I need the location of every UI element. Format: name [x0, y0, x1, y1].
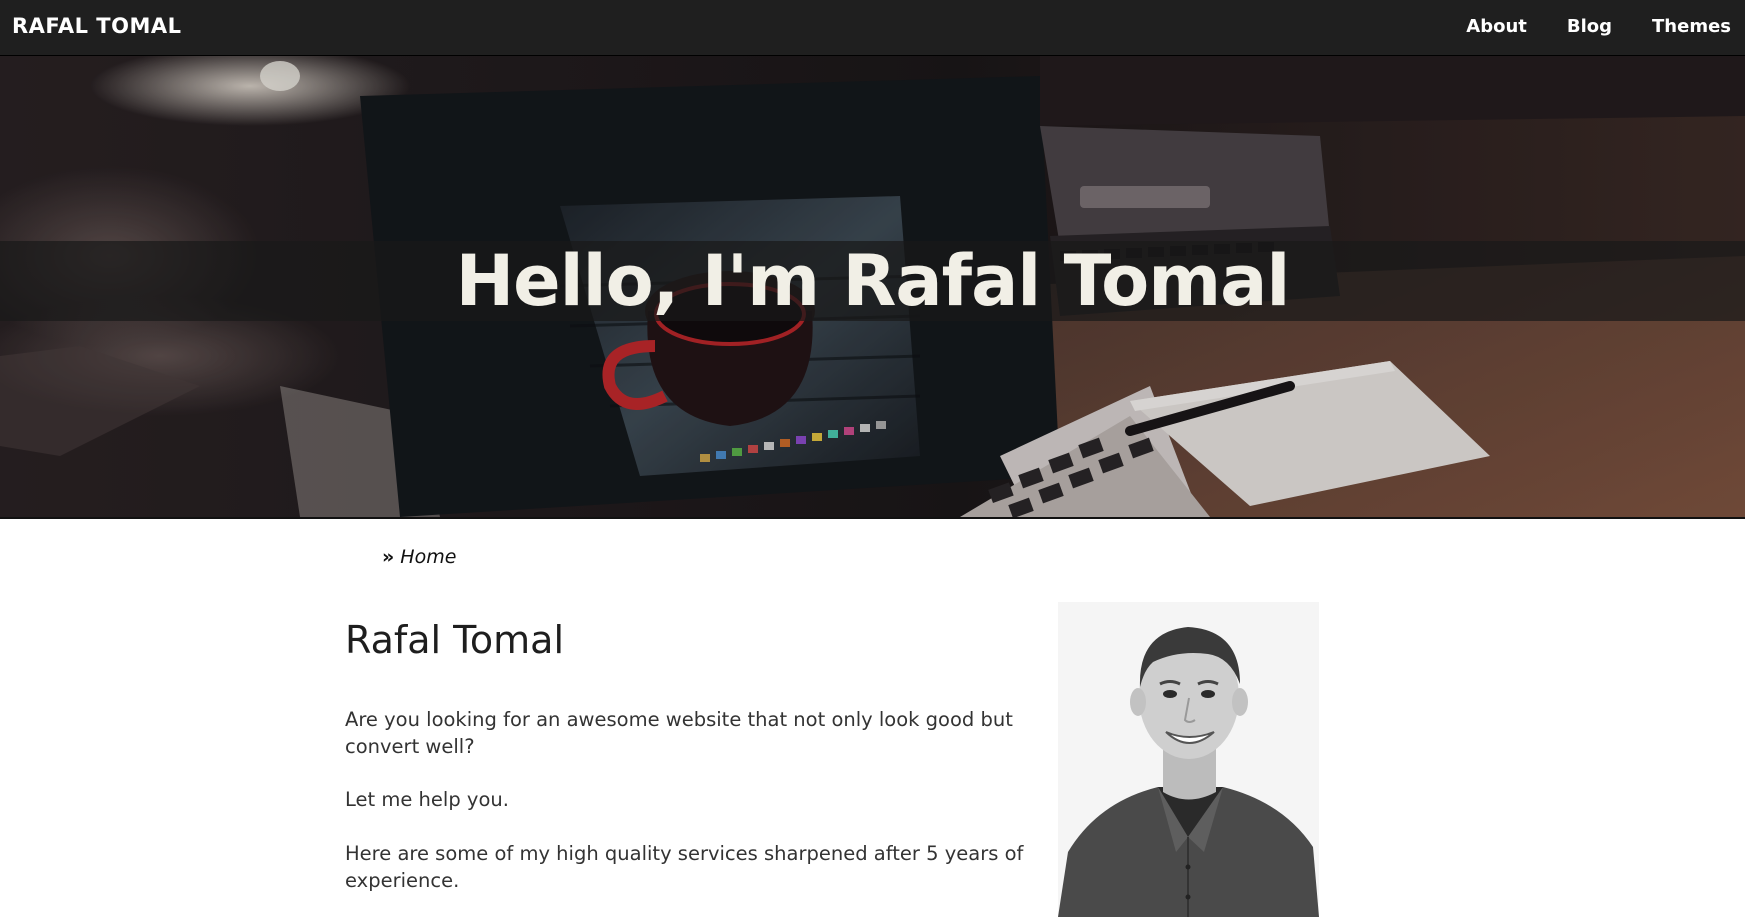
breadcrumb: » Home [382, 546, 456, 568]
services-paragraph: Here are some of my high quality service… [345, 842, 1024, 892]
breadcrumb-home-link[interactable]: Home [400, 546, 456, 568]
nav-link-about[interactable]: About [1466, 16, 1527, 37]
main-nav: About Blog Themes [1426, 16, 1731, 37]
hero-banner: Hello, I'm Rafal Tomal [0, 56, 1745, 519]
page-title: Rafal Tomal [345, 618, 565, 662]
intro-paragraph: Are you looking for an awesome website t… [345, 708, 1013, 758]
breadcrumb-separator: » [382, 546, 395, 568]
nav-link-themes[interactable]: Themes [1652, 16, 1731, 37]
author-portrait [1058, 602, 1319, 917]
help-paragraph: Let me help you. [345, 788, 509, 811]
nav-link-blog[interactable]: Blog [1567, 16, 1612, 37]
hero-title: Hello, I'm Rafal Tomal [455, 240, 1291, 322]
site-brand-link[interactable]: RAFAL TOMAL [12, 14, 182, 38]
author-photo [1058, 602, 1319, 917]
top-navbar: RAFAL TOMAL About Blog Themes [0, 0, 1745, 56]
